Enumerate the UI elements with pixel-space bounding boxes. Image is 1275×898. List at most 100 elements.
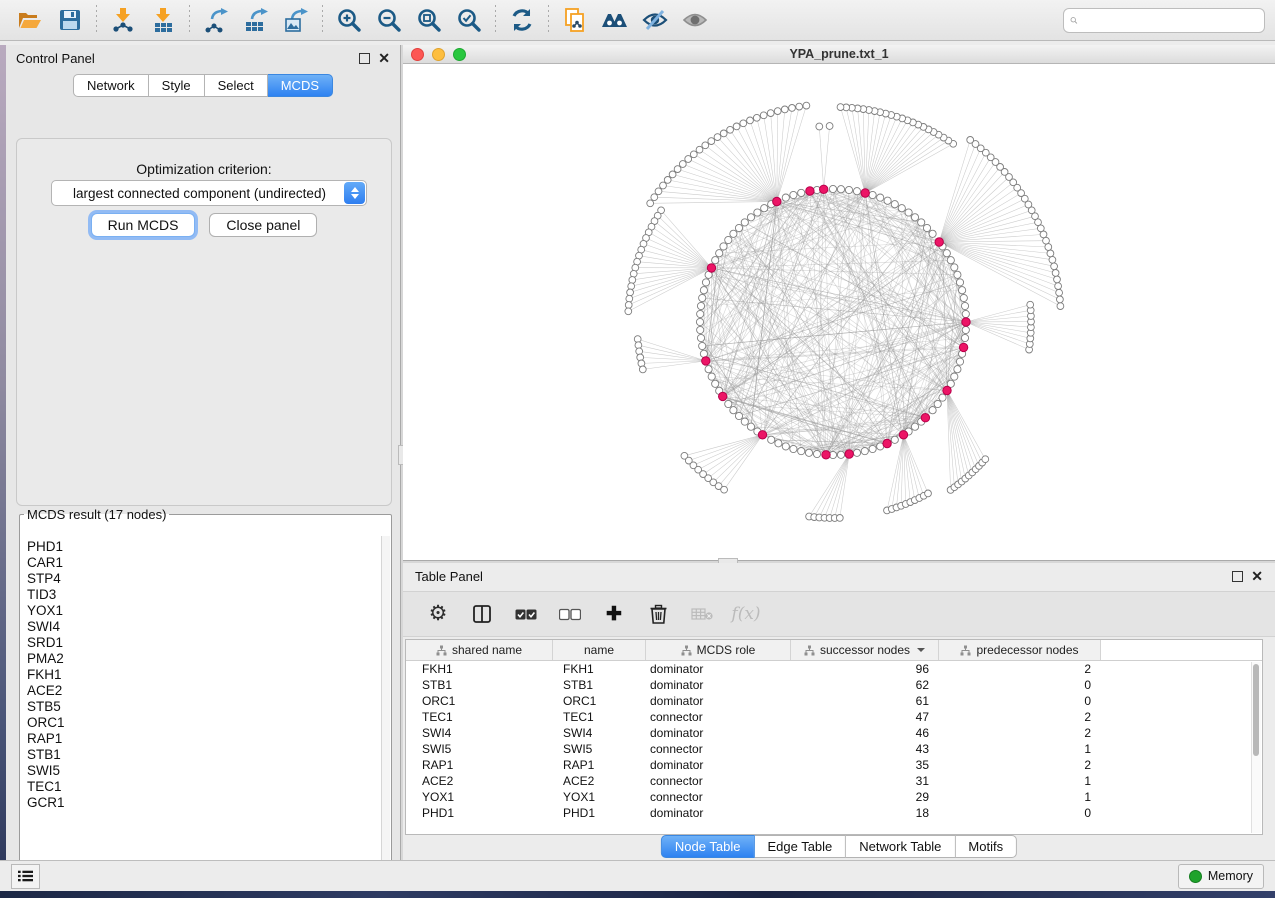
- network-node[interactable]: [911, 214, 918, 221]
- network-node[interactable]: [829, 185, 836, 192]
- mcds-node[interactable]: [758, 431, 766, 439]
- search-input[interactable]: [1078, 12, 1258, 29]
- network-node[interactable]: [960, 294, 967, 301]
- mcds-result-item[interactable]: PMA2: [27, 651, 382, 667]
- network-node[interactable]: [747, 423, 754, 430]
- refresh-icon[interactable]: [502, 3, 542, 37]
- network-node[interactable]: [697, 334, 704, 341]
- network-node[interactable]: [837, 104, 844, 111]
- tab-select[interactable]: Select: [205, 74, 268, 97]
- tab-motifs[interactable]: Motifs: [955, 835, 1017, 858]
- column-header-successor-nodes[interactable]: successor nodes: [791, 640, 939, 660]
- mcds-result-item[interactable]: ACE2: [27, 683, 382, 699]
- network-node[interactable]: [730, 230, 737, 237]
- zoom-fit-icon[interactable]: [409, 3, 449, 37]
- network-node[interactable]: [708, 138, 715, 145]
- network-node[interactable]: [699, 294, 706, 301]
- network-node[interactable]: [782, 194, 789, 201]
- network-node[interactable]: [696, 318, 703, 325]
- network-node[interactable]: [836, 515, 843, 522]
- mcds-result-item[interactable]: STP4: [27, 571, 382, 587]
- network-node[interactable]: [923, 224, 930, 231]
- share-document-icon[interactable]: [555, 3, 595, 37]
- network-node[interactable]: [782, 443, 789, 450]
- network-node[interactable]: [753, 114, 760, 121]
- network-node[interactable]: [869, 445, 876, 452]
- tab-style[interactable]: Style: [149, 74, 205, 97]
- network-node[interactable]: [720, 130, 727, 137]
- network-node[interactable]: [696, 146, 703, 153]
- network-node[interactable]: [1052, 270, 1059, 277]
- export-network-icon[interactable]: [196, 3, 236, 37]
- delete-table-icon[interactable]: [687, 599, 717, 629]
- network-node[interactable]: [918, 219, 925, 226]
- network-node[interactable]: [816, 123, 823, 130]
- network-node[interactable]: [702, 142, 709, 149]
- network-node[interactable]: [781, 106, 788, 113]
- network-node[interactable]: [798, 189, 805, 196]
- mcds-result-item[interactable]: SWI4: [27, 619, 382, 635]
- close-panel-button[interactable]: Close panel: [209, 213, 317, 237]
- network-node[interactable]: [774, 108, 781, 115]
- table-row[interactable]: FKH1FKH1dominator962: [406, 661, 1262, 677]
- mcds-node[interactable]: [943, 386, 951, 394]
- network-node[interactable]: [943, 250, 950, 257]
- network-node[interactable]: [747, 214, 754, 221]
- network-node[interactable]: [721, 486, 728, 493]
- network-node[interactable]: [845, 186, 852, 193]
- mcds-node[interactable]: [921, 414, 929, 422]
- task-history-list-icon[interactable]: [11, 864, 40, 889]
- network-node[interactable]: [911, 423, 918, 430]
- network-node[interactable]: [891, 201, 898, 208]
- network-node[interactable]: [925, 490, 932, 497]
- mcds-result-item[interactable]: STB1: [27, 747, 382, 763]
- network-node[interactable]: [761, 205, 768, 212]
- network-node[interactable]: [947, 257, 954, 264]
- network-node[interactable]: [951, 373, 958, 380]
- show-columns-icon[interactable]: [467, 599, 497, 629]
- network-node[interactable]: [959, 287, 966, 294]
- export-image-icon[interactable]: [276, 3, 316, 37]
- save-icon[interactable]: [50, 3, 90, 37]
- network-node[interactable]: [730, 407, 737, 414]
- network-node[interactable]: [747, 117, 754, 124]
- network-node[interactable]: [700, 287, 707, 294]
- network-node[interactable]: [1054, 276, 1061, 283]
- column-header-name[interactable]: name: [553, 640, 646, 660]
- mcds-node[interactable]: [719, 392, 727, 400]
- mcds-result-item[interactable]: ORC1: [27, 715, 382, 731]
- mcds-node[interactable]: [845, 450, 853, 458]
- network-node[interactable]: [798, 448, 805, 455]
- mcds-result-item[interactable]: SRD1: [27, 635, 382, 651]
- network-node[interactable]: [679, 161, 686, 168]
- search-box[interactable]: [1063, 8, 1265, 33]
- network-node[interactable]: [626, 295, 633, 302]
- network-node[interactable]: [861, 448, 868, 455]
- zoom-in-icon[interactable]: [329, 3, 369, 37]
- network-node[interactable]: [929, 230, 936, 237]
- mcds-node[interactable]: [959, 343, 967, 351]
- mcds-result-item[interactable]: PHD1: [27, 539, 382, 555]
- network-node[interactable]: [735, 224, 742, 231]
- network-node[interactable]: [803, 102, 810, 109]
- network-node[interactable]: [954, 366, 961, 373]
- network-node[interactable]: [1049, 256, 1056, 263]
- mcds-node[interactable]: [702, 357, 710, 365]
- network-node[interactable]: [716, 250, 723, 257]
- mcds-node[interactable]: [861, 189, 869, 197]
- delete-trash-icon[interactable]: [643, 599, 673, 629]
- network-node[interactable]: [853, 449, 860, 456]
- mcds-result-item[interactable]: SWI5: [27, 763, 382, 779]
- tab-mcds[interactable]: MCDS: [268, 74, 333, 97]
- first-neighbors-icon[interactable]: [595, 3, 635, 37]
- float-window-icon[interactable]: [1232, 571, 1243, 582]
- network-node[interactable]: [651, 194, 658, 201]
- network-node[interactable]: [790, 191, 797, 198]
- add-column-plus-icon[interactable]: ✚: [599, 599, 629, 629]
- network-node[interactable]: [767, 110, 774, 117]
- mcds-node[interactable]: [707, 264, 715, 272]
- tab-edge-table[interactable]: Edge Table: [754, 835, 846, 858]
- network-node[interactable]: [869, 191, 876, 198]
- network-node[interactable]: [628, 283, 635, 290]
- network-node[interactable]: [837, 186, 844, 193]
